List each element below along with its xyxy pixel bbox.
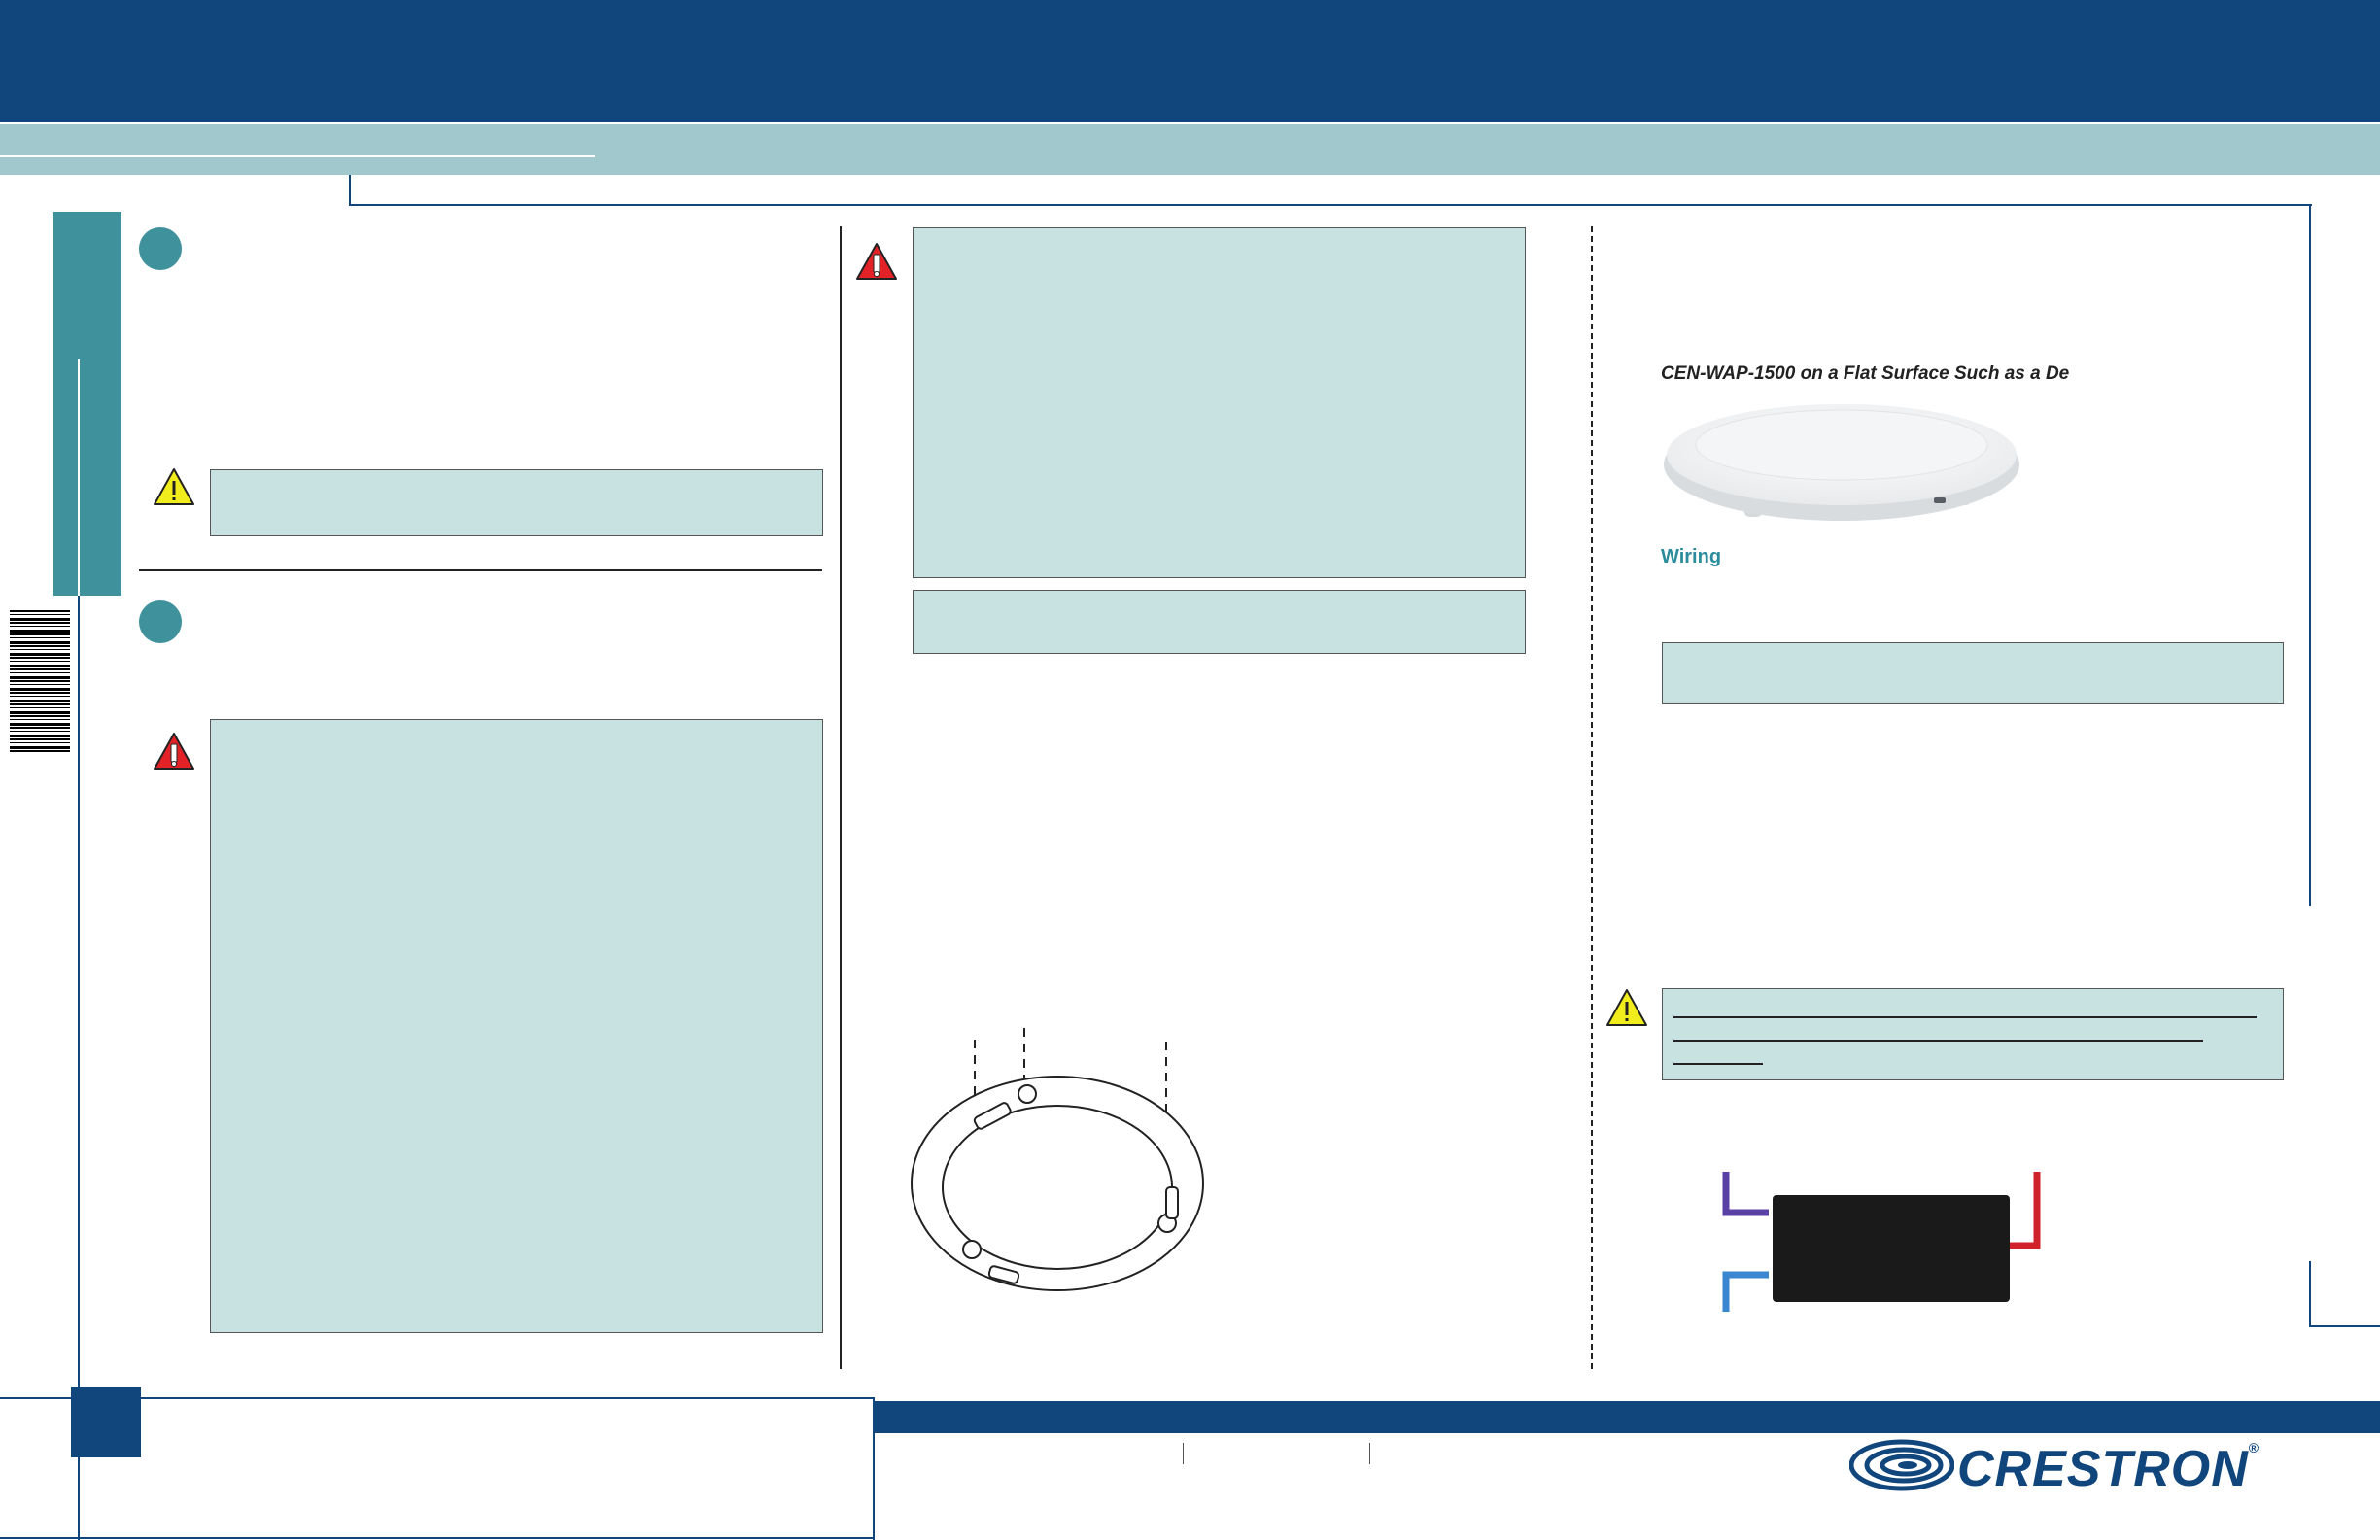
- footer-separator: [1369, 1443, 1370, 1464]
- footer-base-line: [0, 1537, 875, 1539]
- note-box: [913, 590, 1526, 654]
- section-divider: [139, 569, 822, 571]
- footer-bar: [875, 1401, 2380, 1433]
- warning-triangle-icon: [856, 243, 897, 280]
- caution-box: [1662, 988, 2284, 1080]
- redacted-line: [1673, 1040, 2203, 1042]
- note-box: [210, 469, 823, 536]
- access-point-photo: [1664, 404, 2019, 521]
- frame-corner: [349, 175, 351, 206]
- header-bar: [0, 0, 2380, 122]
- side-tab: [53, 212, 121, 596]
- column-divider: [1591, 226, 1593, 1369]
- mounting-bracket-diagram: [911, 1028, 1204, 1291]
- figure-caption: CEN-WAP-1500 on a Flat Surface Such as a…: [1661, 363, 2070, 384]
- registered-mark: ®: [2248, 1440, 2260, 1455]
- caution-triangle-icon: [1606, 989, 1647, 1026]
- wiring-heading: Wiring: [1661, 546, 1722, 567]
- footer-separator: [1183, 1443, 1184, 1464]
- caution-triangle-icon: [154, 468, 194, 505]
- note-box: [1662, 642, 2284, 704]
- warning-triangle-icon: [154, 733, 194, 770]
- left-margin-line: [78, 359, 80, 596]
- column-divider: [840, 226, 842, 1369]
- step-circle: [139, 600, 182, 643]
- crestron-logo: CRESTRON®: [1957, 1440, 2259, 1498]
- barcode: [10, 610, 70, 752]
- warning-box: [210, 719, 823, 1333]
- page-marker: [71, 1387, 141, 1457]
- subheader-divider: [0, 155, 595, 157]
- warning-box: [913, 227, 1526, 578]
- frame-top-line: [349, 204, 2312, 206]
- subheader-bar: [0, 124, 2380, 175]
- frame-right-line: [2309, 1261, 2311, 1327]
- brand-name: CRESTRON: [1957, 1441, 2249, 1497]
- power-supply-diagram: [1722, 1172, 2041, 1312]
- step-circle: [139, 227, 182, 270]
- frame-right-line: [2309, 204, 2311, 906]
- frame-right-line: [2309, 1325, 2380, 1327]
- redacted-line: [1673, 1063, 1763, 1065]
- crestron-swirl-icon: [1849, 1439, 1954, 1491]
- redacted-line: [1673, 1016, 2257, 1018]
